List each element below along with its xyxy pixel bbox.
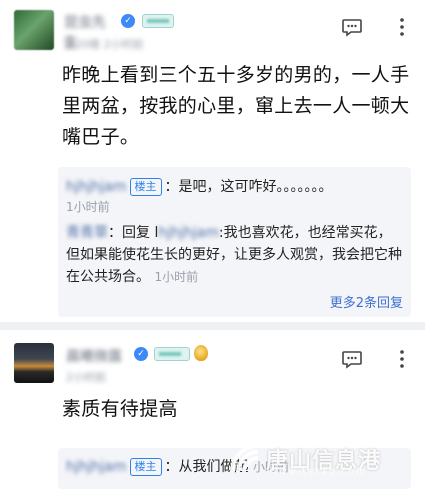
reply-list: hjhjhjam 楼主 ：是吧，这可咋好。。。。。。。 1小时前 青青草：回复 lh… — [58, 167, 411, 317]
comment-text: 素质有待提高 — [62, 398, 178, 420]
reply-item[interactable]: hjhjhjam 楼主 ：从我们做起 小时前 — [66, 456, 404, 478]
op-badge: 楼主 — [129, 458, 162, 476]
comment-icon[interactable] — [340, 347, 364, 371]
comment-post: 昆虫先生 ✓ 第20楼 2小时前 昨晚上看到三个五十多岁的男的，一人手里两盆，按… — [0, 0, 425, 322]
reply-username[interactable]: hjhjhjam — [66, 456, 127, 478]
more-icon[interactable] — [390, 347, 414, 371]
reply-username[interactable]: hjhjhjam — [66, 176, 127, 198]
verified-icon: ✓ — [134, 347, 148, 361]
reply-time: 小时前 — [252, 460, 289, 474]
comment-text: 昨晚上看到三个五十多岁的男的，一人手里两盆，按我的心里，窜上去一人一顿大嘴巴子。 — [62, 64, 410, 148]
reply-text: ：是吧，这可咋好。。。。。。。 — [164, 179, 333, 195]
floor-time: 第20楼 2小时前 — [64, 38, 144, 51]
reply-list: hjhjhjam 楼主 ：从我们做起 小时前 — [58, 448, 411, 489]
reply-item[interactable]: hjhjhjam 楼主 ：是吧，这可咋好。。。。。。。 1小时前 — [66, 176, 404, 216]
username[interactable]: 晨曦微露 — [66, 346, 128, 366]
divider — [0, 322, 425, 330]
reply-time: 1小时前 — [66, 200, 110, 214]
reply-prefix: ：回复 l — [108, 225, 159, 241]
reply-text: ：从我们做起 — [164, 459, 249, 475]
comment-icon[interactable] — [340, 15, 364, 39]
avatar[interactable] — [14, 10, 54, 50]
more-icon[interactable] — [390, 15, 414, 39]
level-badge — [142, 14, 174, 28]
reply-time: 1小时前 — [154, 270, 199, 284]
verified-icon: ✓ — [121, 14, 135, 28]
more-replies-link[interactable]: 更多2条回复 — [330, 292, 403, 311]
medal-icon — [194, 345, 208, 361]
avatar[interactable] — [14, 343, 54, 383]
op-badge: 楼主 — [129, 178, 162, 196]
level-badge — [154, 347, 190, 361]
reply-to-username[interactable]: hjhjhjam — [158, 222, 219, 244]
reply-username[interactable]: 青青草 — [66, 222, 108, 244]
reply-item[interactable]: 青青草：回复 lhjhjhjam:我也喜欢花，也经常买花，但如果能使花生长的更好… — [66, 222, 404, 288]
post-time: 2小时前 — [66, 371, 106, 384]
